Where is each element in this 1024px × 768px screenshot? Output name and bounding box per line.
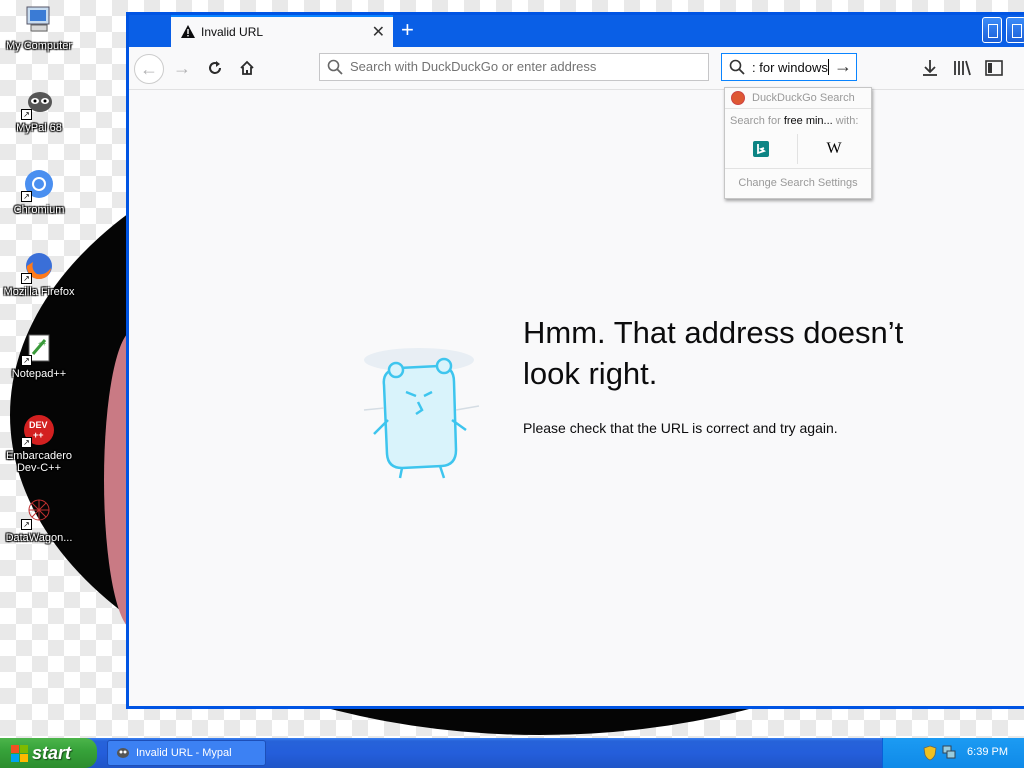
tab-invalid-url[interactable]: Invalid URL ✕	[171, 15, 393, 47]
engine-header: DuckDuckGo Search	[752, 92, 855, 104]
taskbar-item-mypal[interactable]: Invalid URL - Mypal	[107, 740, 266, 766]
text-caret	[828, 59, 829, 75]
reload-button[interactable]	[201, 54, 229, 82]
desktop-icon-label: Mozilla Firefox	[3, 286, 75, 298]
computer-icon	[23, 4, 55, 36]
desktop-icon-firefox[interactable]: ↗ Mozilla Firefox	[0, 250, 79, 298]
desktop-icon-label: DataWagon...	[5, 532, 73, 544]
tab-title: Invalid URL	[201, 25, 264, 39]
error-description: Please check that the URL is correct and…	[523, 420, 838, 436]
svg-text:++: ++	[38, 341, 46, 348]
notepad-icon: ++ ↗	[21, 332, 55, 366]
tab-bar: Invalid URL ✕ +	[129, 15, 1024, 47]
desktop-icon-devcpp[interactable]: DEV ++ ↗ Embarcadero Dev-C++	[0, 414, 79, 474]
taskbar-item-label: Invalid URL - Mypal	[136, 747, 232, 759]
search-for-prefix: Search for	[730, 115, 781, 127]
search-go-icon[interactable]: →	[834, 56, 852, 77]
devcpp-icon: DEV ++ ↗	[21, 414, 55, 448]
back-button[interactable]: ←	[134, 54, 164, 84]
datawagon-icon: ↗	[21, 496, 55, 530]
shortcut-arrow-icon: ↗	[21, 437, 32, 448]
search-input-value[interactable]: : for windows	[752, 60, 830, 75]
desktop-icon-datawagon[interactable]: ↗ DataWagon...	[0, 496, 79, 544]
error-title: Hmm. That address doesn’t look right.	[523, 315, 904, 391]
forward-button[interactable]: →	[168, 54, 196, 82]
desktop-icon-label: Chromium	[13, 204, 65, 216]
duckduckgo-icon	[731, 91, 745, 105]
maximize-window-button[interactable]	[1006, 17, 1024, 43]
search-for-term: free min...	[783, 115, 833, 127]
shortcut-arrow-icon: ↗	[21, 109, 32, 120]
network-icon[interactable]	[941, 744, 957, 760]
desktop-icon-chromium[interactable]: ↗ Chromium	[0, 168, 79, 216]
security-shield-icon[interactable]	[923, 745, 937, 761]
mypal-icon	[117, 748, 129, 758]
warning-icon	[181, 25, 195, 38]
mypal-icon: ↗	[21, 86, 55, 120]
taskbar: start Invalid URL - Mypal 6:39 PM	[0, 738, 1024, 768]
shortcut-arrow-icon: ↗	[21, 519, 32, 530]
search-suggestions-popup: DuckDuckGo Search Search for free min...…	[724, 87, 872, 199]
svg-text:++: ++	[33, 430, 44, 440]
desktop-icon-label: My Computer	[5, 40, 73, 52]
search-icon	[729, 59, 745, 75]
error-illustration-icon	[363, 348, 480, 479]
address-input[interactable]	[348, 58, 702, 75]
shortcut-arrow-icon: ↗	[21, 355, 32, 366]
tab-close-icon[interactable]: ✕	[372, 22, 385, 42]
home-icon	[240, 60, 254, 75]
svg-text:DEV: DEV	[29, 420, 48, 430]
browser-frame: Invalid URL ✕ + ← → : for windows	[129, 15, 1024, 706]
search-icon	[327, 59, 343, 75]
desktop-icon-label: MyPal 68	[16, 122, 62, 134]
system-tray: 6:39 PM	[882, 738, 1024, 768]
shortcut-arrow-icon: ↗	[21, 191, 32, 202]
wikipedia-icon: W	[826, 140, 842, 157]
browser-window: Invalid URL ✕ + ← → : for windows	[126, 12, 1024, 709]
new-tab-icon[interactable]: +	[401, 17, 414, 43]
search-for-line: Search for free min... with:	[730, 115, 858, 127]
change-search-settings-button[interactable]: Change Search Settings	[725, 168, 871, 199]
start-label: start	[32, 742, 72, 763]
chromium-icon: ↗	[21, 168, 55, 202]
reload-icon	[209, 61, 221, 74]
desktop-icon-label: Embarcadero Dev-C++	[5, 450, 73, 474]
library-icon[interactable]	[951, 57, 973, 79]
desktop-icon-notepadpp[interactable]: ++ ↗ Notepad++	[0, 332, 79, 380]
desktop-icon-label: Notepad++	[11, 368, 67, 380]
start-button[interactable]: start	[0, 738, 97, 768]
page-content: Hmm. That address doesn’t look right. Pl…	[129, 90, 1024, 706]
bing-engine-button[interactable]	[725, 134, 798, 164]
address-bar[interactable]	[319, 53, 709, 81]
shortcut-arrow-icon: ↗	[21, 273, 32, 284]
bing-icon	[753, 141, 769, 157]
popup-header: DuckDuckGo Search	[725, 88, 871, 109]
sidebar-icon[interactable]	[983, 57, 1005, 79]
home-button[interactable]	[233, 54, 261, 82]
windows-flag-icon	[10, 744, 28, 762]
firefox-icon: ↗	[21, 250, 55, 284]
download-icon[interactable]	[919, 57, 941, 79]
search-for-suffix: with:	[835, 115, 859, 127]
navigation-toolbar: ← → : for windows →	[129, 47, 1024, 90]
desktop-icon-my-computer[interactable]: My Computer	[0, 4, 79, 52]
desktop-icon-mypal[interactable]: ↗ MyPal 68	[0, 86, 79, 134]
clock: 6:39 PM	[967, 746, 1008, 758]
wikipedia-engine-button[interactable]: W	[798, 134, 870, 164]
restore-window-button[interactable]	[982, 17, 1002, 43]
search-bar[interactable]: : for windows →	[721, 53, 857, 81]
